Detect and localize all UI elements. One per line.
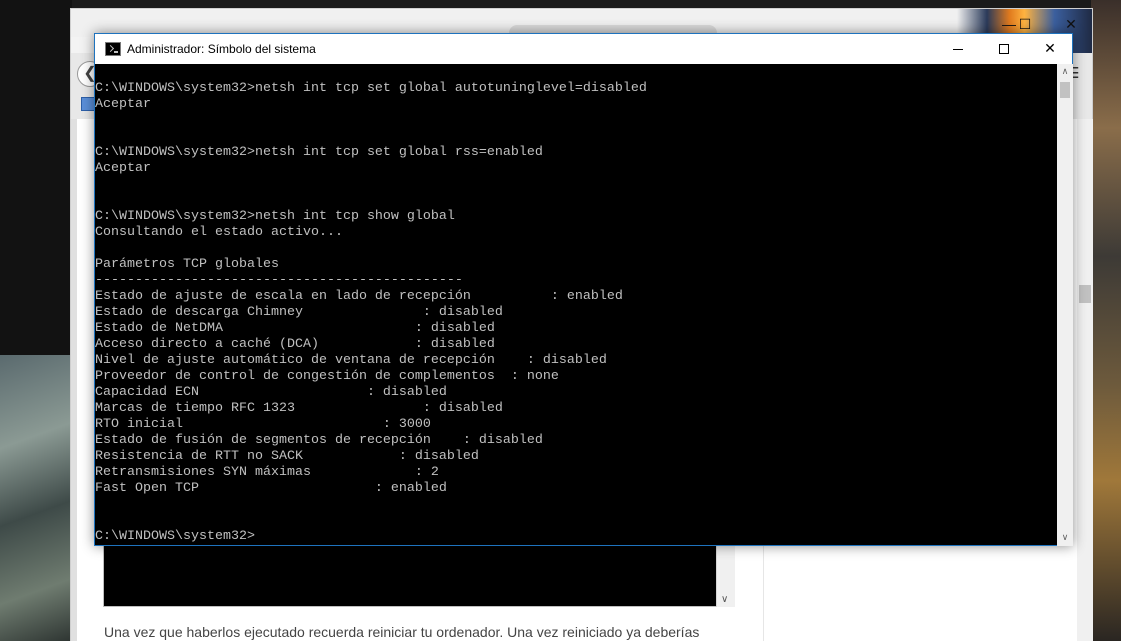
page-code-screenshot xyxy=(103,545,735,607)
console-line: Estado de NetDMA : disabled xyxy=(95,321,495,336)
console-line: Proveedor de control de congestión de co… xyxy=(95,369,559,384)
minimize-button[interactable] xyxy=(935,34,981,64)
console-line: Aceptar xyxy=(95,161,151,176)
chevron-up-icon[interactable]: ∧ xyxy=(1057,64,1073,80)
console-line: Estado de ajuste de escala en lado de re… xyxy=(95,289,623,304)
page-gutter xyxy=(71,119,77,641)
cmd-vertical-scrollbar[interactable]: ∧ ∨ xyxy=(1057,64,1073,546)
console-line: Fast Open TCP : enabled xyxy=(95,481,447,496)
cmd-titlebar[interactable]: Administrador: Símbolo del sistema ✕ xyxy=(95,34,1072,64)
console-line: Consultando el estado activo... xyxy=(95,225,343,240)
console-line: Capacidad ECN : disabled xyxy=(95,385,447,400)
page-scrollbar-thumb[interactable] xyxy=(1079,285,1091,303)
cmd-window: Administrador: Símbolo del sistema ✕ C:\… xyxy=(94,33,1073,546)
desktop-background-dark xyxy=(0,0,72,355)
console-line: RTO inicial : 3000 xyxy=(95,417,431,432)
desktop-wallpaper-right xyxy=(1091,0,1121,641)
console-line: C:\WINDOWS\system32>netsh int tcp set gl… xyxy=(95,145,543,160)
page-scrollbar[interactable] xyxy=(1077,119,1093,641)
maximize-button[interactable] xyxy=(981,34,1027,64)
console-line: Marcas de tiempo RFC 1323 : disabled xyxy=(95,401,503,416)
favicon-icon xyxy=(81,97,95,111)
console-line: Estado de descarga Chimney : disabled xyxy=(95,305,503,320)
close-button[interactable]: ✕ xyxy=(1027,34,1073,64)
cmd-console-output[interactable]: C:\WINDOWS\system32>netsh int tcp set gl… xyxy=(95,64,1057,546)
console-line: C:\WINDOWS\system32> xyxy=(95,529,255,544)
console-line: C:\WINDOWS\system32>netsh int tcp show g… xyxy=(95,209,455,224)
console-line: Resistencia de RTT no SACK : disabled xyxy=(95,449,479,464)
console-line: C:\WINDOWS\system32>netsh int tcp set gl… xyxy=(95,81,647,96)
chevron-down-icon[interactable]: ∨ xyxy=(721,594,728,605)
console-line: Retransmisiones SYN máximas : 2 xyxy=(95,465,439,480)
console-line: Aceptar xyxy=(95,97,151,112)
chevron-down-icon[interactable]: ∨ xyxy=(1057,530,1073,546)
console-line: Estado de fusión de segmentos de recepci… xyxy=(95,433,543,448)
cmd-window-title: Administrador: Símbolo del sistema xyxy=(127,42,316,56)
page-code-scrollbar[interactable]: ∨ xyxy=(716,545,735,607)
minimize-icon xyxy=(953,48,963,50)
cmd-app-icon[interactable] xyxy=(105,42,121,56)
cmd-scrollbar-thumb[interactable] xyxy=(1060,82,1070,98)
console-line: Acceso directo a caché (DCA) : disabled xyxy=(95,337,495,352)
browser-close-button[interactable]: ✕ xyxy=(1061,15,1081,33)
desktop-wallpaper-left xyxy=(0,355,72,641)
console-line: Parámetros TCP globales xyxy=(95,257,279,272)
browser-maximize-button[interactable]: ☐ xyxy=(1015,15,1035,33)
article-paragraph: Una vez que haberlos ejecutado recuerda … xyxy=(104,624,700,640)
close-icon: ✕ xyxy=(1044,41,1056,57)
console-line: ----------------------------------------… xyxy=(95,273,463,288)
maximize-icon xyxy=(999,44,1009,54)
console-line: Nivel de ajuste automático de ventana de… xyxy=(95,353,607,368)
